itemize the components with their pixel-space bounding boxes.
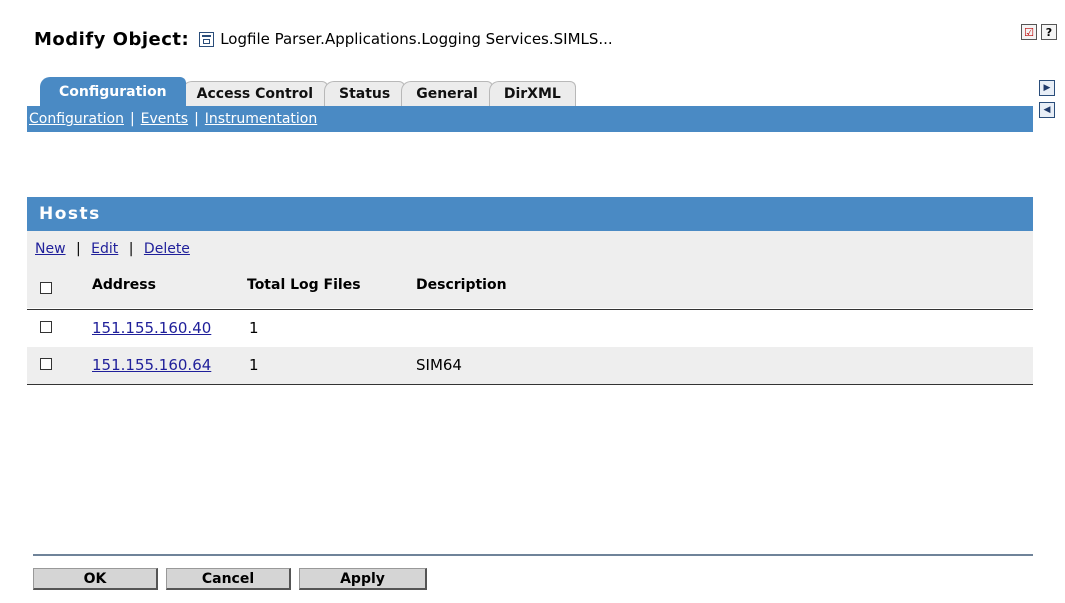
column-header-address[interactable]: Address — [92, 277, 156, 293]
tab-nav-arrows: ▶ ◀ — [1039, 80, 1055, 118]
subtab-separator: | — [194, 111, 199, 127]
subtab-separator: | — [129, 111, 135, 127]
action-separator: | — [128, 241, 134, 257]
host-address-link[interactable]: 151.155.160.64 — [92, 356, 211, 374]
description-cell: SIM64 — [416, 356, 462, 374]
top-icons: ☑ ? — [1021, 24, 1057, 40]
total-log-files-cell: 1 — [249, 356, 259, 374]
hosts-actions: New | Edit | Delete — [35, 241, 190, 257]
subtab-instrumentation[interactable]: Instrumentation — [205, 111, 317, 127]
total-log-files-cell: 1 — [249, 319, 259, 337]
footer-divider — [33, 554, 1033, 556]
title-bar: Modify Object: Logfile Parser.Applicatio… — [34, 26, 613, 52]
apply-button[interactable]: Apply — [299, 568, 427, 590]
tab-access-control[interactable]: Access Control — [181, 81, 328, 106]
hosts-toolbar: New | Edit | Delete Address Total Log Fi… — [27, 231, 1033, 308]
new-link[interactable]: New — [35, 241, 66, 257]
delete-link[interactable]: Delete — [144, 241, 190, 257]
ok-button[interactable]: OK — [33, 568, 158, 590]
table-row: 151.155.160.64 1 SIM64 — [27, 347, 1033, 385]
host-address-link[interactable]: 151.155.160.40 — [92, 319, 211, 337]
row-checkbox[interactable] — [40, 358, 52, 370]
column-header-description[interactable]: Description — [416, 277, 507, 293]
help-icon[interactable]: ? — [1041, 24, 1057, 40]
select-all-checkbox[interactable] — [40, 282, 52, 294]
page-title: Modify Object: — [34, 28, 190, 50]
column-header-total-log-files[interactable]: Total Log Files — [247, 277, 361, 293]
tab-strip: Configuration Access Control Status Gene… — [40, 76, 576, 106]
edit-link[interactable]: Edit — [91, 241, 118, 257]
subtab-configuration[interactable]: Configuration — [29, 111, 124, 127]
cancel-button[interactable]: Cancel — [166, 568, 291, 590]
hosts-section-title: Hosts — [27, 197, 1033, 231]
table-row: 151.155.160.40 1 — [27, 309, 1033, 347]
tab-configuration[interactable]: Configuration — [40, 77, 186, 106]
footer-buttons: OK Cancel Apply — [33, 568, 427, 590]
tasks-icon[interactable]: ☑ — [1021, 24, 1037, 40]
tab-dirxml[interactable]: DirXML — [488, 81, 576, 106]
prev-arrow-icon[interactable]: ◀ — [1039, 102, 1055, 118]
tab-status[interactable]: Status — [324, 81, 406, 106]
row-checkbox[interactable] — [40, 321, 52, 333]
action-separator: | — [76, 241, 81, 257]
subtab-bar: Configuration | Events | Instrumentation — [27, 106, 1033, 132]
next-arrow-icon[interactable]: ▶ — [1039, 80, 1055, 96]
object-icon — [199, 31, 215, 47]
object-name: Logfile Parser.Applications.Logging Serv… — [220, 30, 613, 48]
tab-general[interactable]: General — [401, 81, 493, 106]
subtab-events[interactable]: Events — [141, 111, 188, 127]
